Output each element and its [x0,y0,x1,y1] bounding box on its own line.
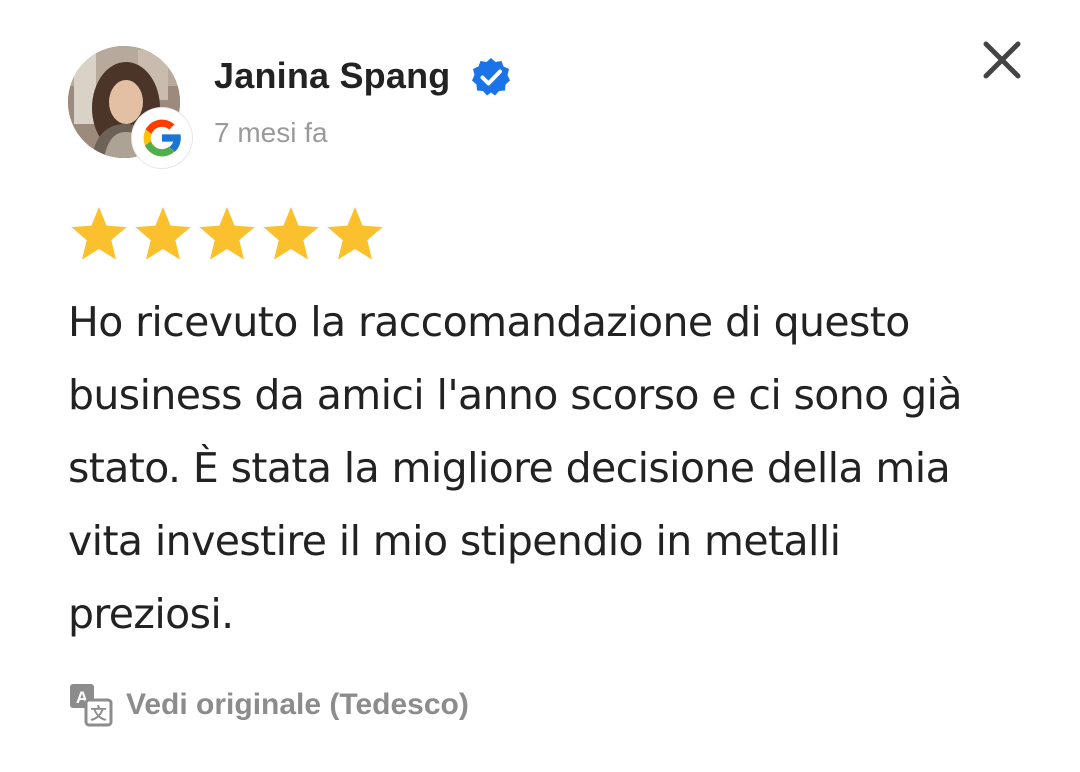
close-icon[interactable] [978,36,1026,84]
review-timestamp: 7 mesi fa [214,117,328,148]
star-icon [263,207,319,260]
reviewer-avatar-group[interactable] [68,46,192,170]
see-original-button[interactable]: A 文 Vedi originale (Tedesco) [68,682,469,728]
google-badge [132,108,192,168]
verified-badge-icon [472,58,510,96]
star-icon [71,207,127,260]
star-icon [327,207,383,260]
translate-icon[interactable]: A 文 [68,682,114,728]
review-card: Janina Spang 7 mesi fa Ho ricevuto la ra… [0,0,1080,772]
svg-text:文: 文 [90,704,107,723]
review-text: Ho ricevuto la raccomandazione di questo… [68,298,962,638]
see-original-label[interactable]: Vedi originale (Tedesco) [126,685,469,725]
star-rating [68,204,386,266]
google-logo-icon [143,119,182,157]
reviewer-name[interactable]: Janina Spang [214,54,450,98]
star-icon [199,207,255,260]
close-button[interactable] [978,36,1026,84]
star-icon [135,207,191,260]
